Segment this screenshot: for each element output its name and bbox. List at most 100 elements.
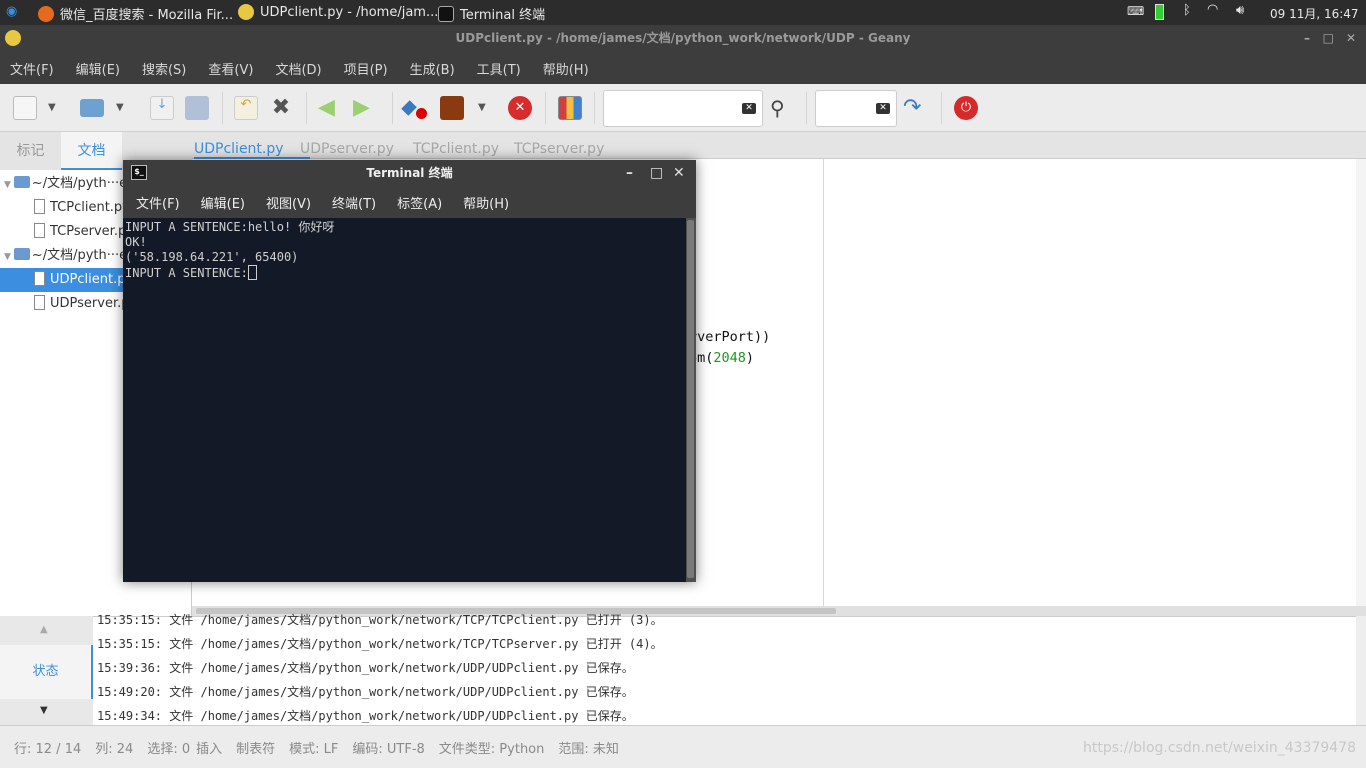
new-dropdown-icon[interactable]: ▼ [48,96,62,120]
file-icon [34,295,45,310]
menu-build[interactable]: 生成(B) [410,59,455,78]
folder-icon [13,176,30,188]
terminal-window: $_ Terminal 终端 – □ ✕ 文件(F) 编辑(E) 视图(V) 终… [123,160,696,582]
message-window: 15:35:15: 文件 /home/james/文档/python_work/… [0,613,1366,725]
terminal-cursor [247,265,257,280]
terminal-icon: $_ [131,165,147,180]
tab-tcpserver[interactable]: TCPserver.py [514,141,604,157]
firefox-icon [38,5,54,22]
status-indent: 制表符 [236,741,276,757]
terminal-close-button[interactable]: ✕ [673,160,685,186]
editor-tabs: UDPclient.py UDPserver.py TCPclient.py T… [192,132,1366,159]
watermark: https://blog.csdn.net/weixin_43379478 [1082,740,1356,756]
battery-icon[interactable] [1155,4,1164,20]
scroll-down-icon[interactable]: ▼ [40,705,48,716]
long-line-marker [823,159,824,606]
file-icon [34,223,45,238]
folder-icon [13,248,30,260]
keyboard-icon[interactable]: ⌨ [1127,4,1144,18]
terminal-menu-tabs[interactable]: 标签(A) [397,193,442,212]
revert-icon[interactable]: ↶ [234,96,258,120]
messages-scrollbar[interactable] [1356,616,1366,725]
terminal-maximize-button[interactable]: □ [650,160,663,186]
status-filetype: 文件类型: Python [438,741,545,757]
maximize-button[interactable]: □ [1323,25,1334,52]
menu-help[interactable]: 帮助(H) [543,59,589,78]
save-all-icon[interactable] [185,96,209,120]
minimize-button[interactable]: – [1304,25,1310,52]
status-eol: 模式: LF [289,741,339,757]
file-icon [34,271,45,286]
tab-udpclient[interactable]: UDPclient.py [194,141,310,159]
message-tabs: ▲ 状态 ▼ [0,616,93,725]
menu-edit[interactable]: 编辑(E) [76,59,120,78]
terminal-menu-bar: 文件(F) 编辑(E) 视图(V) 终端(T) 标签(A) 帮助(H) [123,186,696,218]
terminal-menu-help[interactable]: 帮助(H) [463,193,509,212]
tab-symbols[interactable]: 标记 [0,132,61,170]
task-terminal[interactable]: Terminal 终端 [438,4,545,23]
compile-icon[interactable] [401,96,428,120]
clear-search-icon[interactable]: ✕ [742,103,756,114]
build-icon[interactable] [440,96,464,120]
close-file-icon[interactable]: ✖ [269,96,293,120]
terminal-icon [438,5,454,22]
new-file-icon[interactable] [13,96,37,120]
menu-document[interactable]: 文档(D) [275,59,321,78]
menu-project[interactable]: 项目(P) [344,59,388,78]
stop-icon[interactable]: ✕ [508,96,532,120]
bluetooth-icon[interactable]: ᛒ [1183,3,1191,18]
status-mode: 插入 [196,741,223,757]
terminal-menu-edit[interactable]: 编辑(E) [201,193,245,212]
editor-vscrollbar[interactable] [1356,159,1366,606]
search-input[interactable]: ✕ [603,90,763,127]
tab-documents[interactable]: 文档 [61,132,122,170]
goto-line-input[interactable]: ✕ [815,90,897,127]
status-scope: 范围: 未知 [558,741,619,757]
system-taskbar: ◉ 微信_百度搜索 - Mozilla Fir... UDPclient.py … [0,0,1366,25]
status-encoding: 编码: UTF-8 [352,741,425,757]
tab-tcpclient[interactable]: TCPclient.py [413,141,499,157]
toolbar: ▼ ▼ ↓ ↶ ✖ ◀ ▶ ▼ ✕ ✕ ⚲ ✕ ↷ ⏻ [0,84,1366,132]
app-menu-icon[interactable]: ◉ [6,4,17,19]
build-dropdown-icon[interactable]: ▼ [478,96,492,120]
volume-icon[interactable]: 🔊︎ [1236,3,1244,18]
open-dropdown-icon[interactable]: ▼ [116,96,130,120]
file-icon [34,199,45,214]
status-column: 列: 24 [95,741,134,757]
tab-udpserver[interactable]: UDPserver.py [300,141,394,157]
wifi-icon[interactable]: ◠ [1207,2,1218,17]
menu-search[interactable]: 搜索(S) [142,59,186,78]
terminal-minimize-button[interactable]: – [626,160,633,186]
terminal-menu-file[interactable]: 文件(F) [136,193,180,212]
clock[interactable]: 09 11月, 16:47 [1270,5,1359,22]
save-icon[interactable]: ↓ [150,96,174,120]
window-title: UDPclient.py - /home/james/文档/python_wor… [455,31,911,45]
color-chooser-icon[interactable] [558,96,582,120]
window-titlebar: UDPclient.py - /home/james/文档/python_wor… [0,25,1366,52]
terminal-scrollbar[interactable] [686,218,696,582]
scroll-up-icon[interactable]: ▲ [40,624,48,635]
tab-status[interactable]: 状态 [0,645,93,699]
menu-file[interactable]: 文件(F) [10,59,54,78]
task-geany[interactable]: UDPclient.py - /home/jam... [238,4,438,20]
menu-tools[interactable]: 工具(T) [477,59,521,78]
close-button[interactable]: ✕ [1346,25,1356,52]
clear-goto-icon[interactable]: ✕ [876,103,890,114]
search-icon[interactable]: ⚲ [770,96,794,120]
open-file-icon[interactable] [80,99,104,117]
terminal-menu-view[interactable]: 视图(V) [266,193,311,212]
menu-view[interactable]: 查看(V) [208,59,253,78]
menu-bar: 文件(F) 编辑(E) 搜索(S) 查看(V) 文档(D) 项目(P) 生成(B… [0,52,1366,84]
goto-line-icon[interactable]: ↷ [903,96,927,120]
geany-logo-icon [5,30,21,46]
forward-icon[interactable]: ▶ [353,96,377,120]
terminal-menu-terminal[interactable]: 终端(T) [332,193,376,212]
task-firefox[interactable]: 微信_百度搜索 - Mozilla Fir... [38,4,233,23]
quit-icon[interactable]: ⏻ [954,96,978,120]
terminal-title: Terminal 终端 [366,166,453,180]
terminal-titlebar: $_ Terminal 终端 – □ ✕ [123,160,696,186]
back-icon[interactable]: ◀ [318,96,342,120]
status-selection: 选择: 0 [147,741,191,757]
terminal-output[interactable]: INPUT A SENTENCE:hello! 你好呀 OK! ('58.198.6… [123,218,686,582]
geany-icon [238,4,254,20]
